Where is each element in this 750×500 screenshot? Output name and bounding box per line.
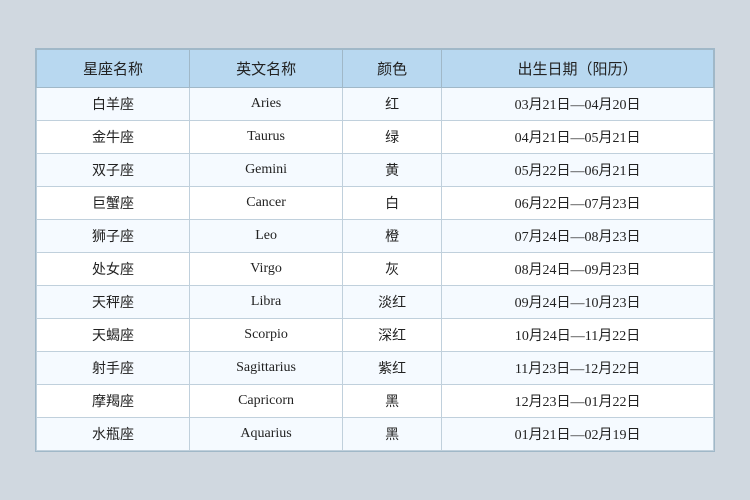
table-row: 处女座Virgo灰08月24日—09月23日 bbox=[37, 253, 714, 286]
cell-color: 橙 bbox=[343, 220, 442, 253]
cell-color: 黄 bbox=[343, 154, 442, 187]
header-english-name: 英文名称 bbox=[190, 50, 343, 88]
header-chinese-name: 星座名称 bbox=[37, 50, 190, 88]
cell-english-name: Gemini bbox=[190, 154, 343, 187]
table-row: 双子座Gemini黄05月22日—06月21日 bbox=[37, 154, 714, 187]
cell-chinese-name: 天秤座 bbox=[37, 286, 190, 319]
cell-color: 紫红 bbox=[343, 352, 442, 385]
cell-dates: 09月24日—10月23日 bbox=[442, 286, 714, 319]
table-body: 白羊座Aries红03月21日—04月20日金牛座Taurus绿04月21日—0… bbox=[37, 88, 714, 451]
header-dates: 出生日期（阳历） bbox=[442, 50, 714, 88]
cell-color: 红 bbox=[343, 88, 442, 121]
cell-dates: 08月24日—09月23日 bbox=[442, 253, 714, 286]
cell-english-name: Scorpio bbox=[190, 319, 343, 352]
cell-color: 灰 bbox=[343, 253, 442, 286]
cell-chinese-name: 狮子座 bbox=[37, 220, 190, 253]
cell-dates: 07月24日—08月23日 bbox=[442, 220, 714, 253]
cell-english-name: Cancer bbox=[190, 187, 343, 220]
table-row: 天秤座Libra淡红09月24日—10月23日 bbox=[37, 286, 714, 319]
cell-dates: 10月24日—11月22日 bbox=[442, 319, 714, 352]
cell-chinese-name: 射手座 bbox=[37, 352, 190, 385]
zodiac-table: 星座名称 英文名称 颜色 出生日期（阳历） 白羊座Aries红03月21日—04… bbox=[36, 49, 714, 451]
cell-chinese-name: 双子座 bbox=[37, 154, 190, 187]
table-row: 射手座Sagittarius紫红11月23日—12月22日 bbox=[37, 352, 714, 385]
cell-chinese-name: 处女座 bbox=[37, 253, 190, 286]
cell-english-name: Leo bbox=[190, 220, 343, 253]
cell-dates: 05月22日—06月21日 bbox=[442, 154, 714, 187]
cell-dates: 04月21日—05月21日 bbox=[442, 121, 714, 154]
cell-dates: 03月21日—04月20日 bbox=[442, 88, 714, 121]
table-row: 巨蟹座Cancer白06月22日—07月23日 bbox=[37, 187, 714, 220]
cell-chinese-name: 天蝎座 bbox=[37, 319, 190, 352]
cell-chinese-name: 摩羯座 bbox=[37, 385, 190, 418]
zodiac-table-container: 星座名称 英文名称 颜色 出生日期（阳历） 白羊座Aries红03月21日—04… bbox=[35, 48, 715, 452]
cell-english-name: Taurus bbox=[190, 121, 343, 154]
cell-english-name: Sagittarius bbox=[190, 352, 343, 385]
cell-english-name: Capricorn bbox=[190, 385, 343, 418]
table-row: 白羊座Aries红03月21日—04月20日 bbox=[37, 88, 714, 121]
cell-english-name: Libra bbox=[190, 286, 343, 319]
cell-english-name: Aries bbox=[190, 88, 343, 121]
cell-dates: 01月21日—02月19日 bbox=[442, 418, 714, 451]
cell-color: 淡红 bbox=[343, 286, 442, 319]
cell-chinese-name: 水瓶座 bbox=[37, 418, 190, 451]
cell-color: 黑 bbox=[343, 418, 442, 451]
cell-dates: 11月23日—12月22日 bbox=[442, 352, 714, 385]
table-row: 金牛座Taurus绿04月21日—05月21日 bbox=[37, 121, 714, 154]
cell-color: 黑 bbox=[343, 385, 442, 418]
cell-color: 深红 bbox=[343, 319, 442, 352]
table-row: 水瓶座Aquarius黑01月21日—02月19日 bbox=[37, 418, 714, 451]
table-row: 天蝎座Scorpio深红10月24日—11月22日 bbox=[37, 319, 714, 352]
cell-chinese-name: 金牛座 bbox=[37, 121, 190, 154]
cell-color: 白 bbox=[343, 187, 442, 220]
cell-dates: 12月23日—01月22日 bbox=[442, 385, 714, 418]
table-row: 狮子座Leo橙07月24日—08月23日 bbox=[37, 220, 714, 253]
table-row: 摩羯座Capricorn黑12月23日—01月22日 bbox=[37, 385, 714, 418]
cell-chinese-name: 巨蟹座 bbox=[37, 187, 190, 220]
cell-english-name: Virgo bbox=[190, 253, 343, 286]
cell-chinese-name: 白羊座 bbox=[37, 88, 190, 121]
cell-english-name: Aquarius bbox=[190, 418, 343, 451]
cell-dates: 06月22日—07月23日 bbox=[442, 187, 714, 220]
table-header-row: 星座名称 英文名称 颜色 出生日期（阳历） bbox=[37, 50, 714, 88]
cell-color: 绿 bbox=[343, 121, 442, 154]
header-color: 颜色 bbox=[343, 50, 442, 88]
